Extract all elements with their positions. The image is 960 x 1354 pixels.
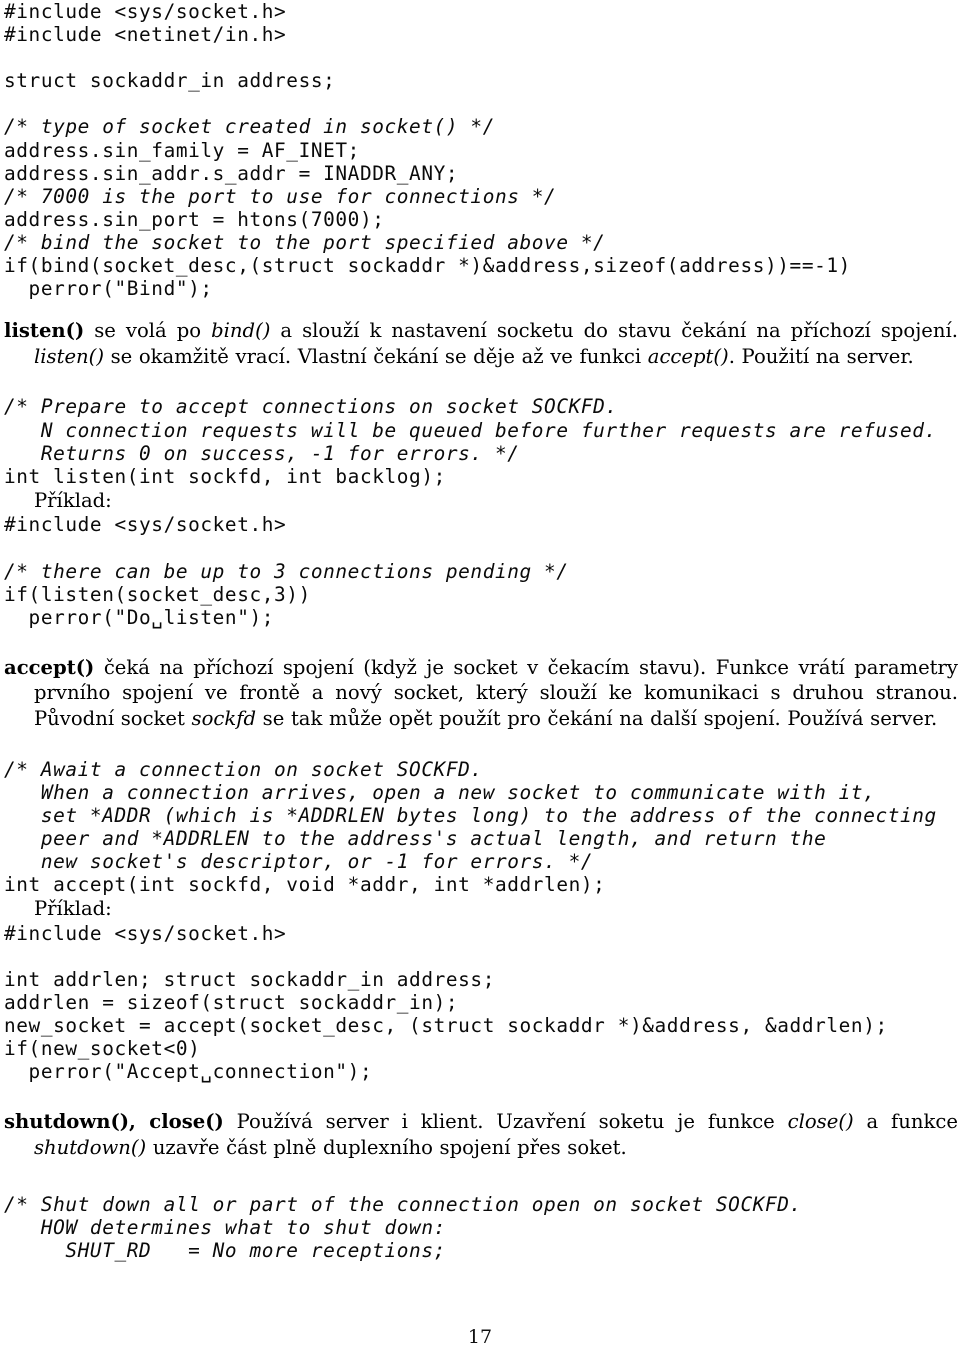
code-line: addrlen = sizeof(struct sockaddr_in);	[4, 991, 459, 1015]
code-line: When a connection arrives, open a new so…	[4, 780, 876, 804]
code-block-bind-example: #include <sys/socket.h> #include <netinet…	[4, 0, 958, 300]
code-line: /* 7000 is the port to use for connectio…	[4, 184, 557, 208]
paragraph-text: a slouží k nastavení socketu do stavu če…	[270, 319, 959, 343]
code-line: HOW determines what to shut down:	[4, 1215, 446, 1239]
code-line: address.sin_addr.s_addr = INADDR_ANY;	[4, 161, 459, 185]
paragraph-accept: accept() čeká na příchozí spojení (když …	[4, 655, 958, 732]
code-line: #include <netinet/in.h>	[4, 23, 287, 47]
code-line: int listen(int sockfd, int backlog);	[4, 464, 446, 488]
code-line: if(new_socket<0)	[4, 1037, 201, 1061]
code-line: int accept(int sockfd, void *addr, int *…	[4, 873, 606, 897]
code-line: perror("Bind");	[4, 277, 213, 301]
document-page: #include <sys/socket.h> #include <netinet…	[0, 0, 960, 1354]
paragraph-text: se okamžitě vrací. Vlastní čekání se děj…	[103, 344, 648, 368]
code-line: #include <sys/socket.h>	[4, 513, 287, 537]
code-line: new socket's descriptor, or -1 for error…	[4, 850, 594, 873]
code-line: peer and *ADDRLEN to the address's actua…	[4, 826, 827, 850]
inline-code-term: sockfd	[191, 707, 257, 731]
paragraph-text: uzavře část plně duplexního spojení přes…	[146, 1136, 627, 1160]
code-line: /* there can be up to 3 connections pend…	[4, 559, 569, 583]
paragraph-term: accept()	[4, 655, 95, 679]
code-line: set *ADDR (which is *ADDRLEN bytes long)…	[4, 803, 937, 827]
example-label-listen: Příklad:	[34, 488, 112, 512]
code-line: #include <sys/socket.h>	[4, 0, 287, 23]
code-block-shutdown-prototype: /* Shut down all or part of the connecti…	[4, 1193, 958, 1262]
paragraph-text: Používá server i klient. Uzavření soketu…	[223, 1110, 788, 1134]
code-line: address.sin_port = htons(7000);	[4, 207, 385, 231]
paragraph-text: se tak může opět použít pro čekání na da…	[256, 707, 938, 731]
code-line: int addrlen; struct sockaddr_in address;	[4, 967, 495, 991]
code-line: address.sin_family = AF_INET;	[4, 138, 360, 162]
page-number: 17	[467, 1326, 493, 1348]
paragraph-shutdown-close: shutdown(), close() Používá server i kli…	[4, 1109, 958, 1160]
code-line: perror("Accept␣connection");	[4, 1060, 373, 1084]
code-line: if(bind(socket_desc,(struct sockaddr *)&…	[4, 254, 851, 278]
inline-code-term: bind()	[211, 319, 271, 343]
code-line: /* Prepare to accept connections on sock…	[4, 395, 618, 419]
code-line: #include <sys/socket.h>	[4, 921, 287, 945]
inline-code-term: listen()	[34, 344, 104, 368]
code-line: /* Await a connection on socket SOCKFD.	[4, 757, 483, 781]
code-line: new_socket = accept(socket_desc, (struct…	[4, 1014, 888, 1038]
code-line: /* type of socket created in socket() */	[4, 115, 495, 139]
code-line: /* Shut down all or part of the connecti…	[4, 1192, 802, 1216]
paragraph-text: . Použití na server.	[728, 344, 914, 368]
inline-code-term: close()	[787, 1110, 854, 1134]
inline-code-term: shutdown()	[34, 1136, 147, 1160]
code-line: SHUT_RD = No more receptions;	[4, 1238, 446, 1262]
inline-code-term: accept()	[647, 344, 729, 368]
code-line: Returns 0 on success, -1 for errors. */	[4, 441, 520, 465]
paragraph-listen: listen() se volá po bind() a slouží k na…	[4, 318, 958, 369]
code-line: perror("Do␣listen");	[4, 605, 275, 629]
paragraph-term: listen()	[4, 319, 85, 343]
paragraph-term: shutdown(), close()	[4, 1110, 224, 1134]
code-line: struct sockaddr_in address;	[4, 69, 336, 93]
example-label-accept: Příklad:	[34, 897, 112, 921]
code-block-accept-prototype: /* Await a connection on socket SOCKFD. …	[4, 758, 958, 897]
code-line: N connection requests will be queued bef…	[4, 418, 937, 442]
code-line: if(listen(socket_desc,3))	[4, 582, 311, 606]
code-block-listen-prototype: /* Prepare to accept connections on sock…	[4, 395, 958, 487]
code-block-accept-example: #include <sys/socket.h> int addrlen; stru…	[4, 922, 958, 1084]
paragraph-text: a funkce	[853, 1110, 958, 1134]
code-line: /* bind the socket to the port specified…	[4, 230, 606, 254]
paragraph-text: se volá po	[84, 319, 212, 343]
code-block-listen-example: #include <sys/socket.h> /* there can be u…	[4, 513, 958, 628]
